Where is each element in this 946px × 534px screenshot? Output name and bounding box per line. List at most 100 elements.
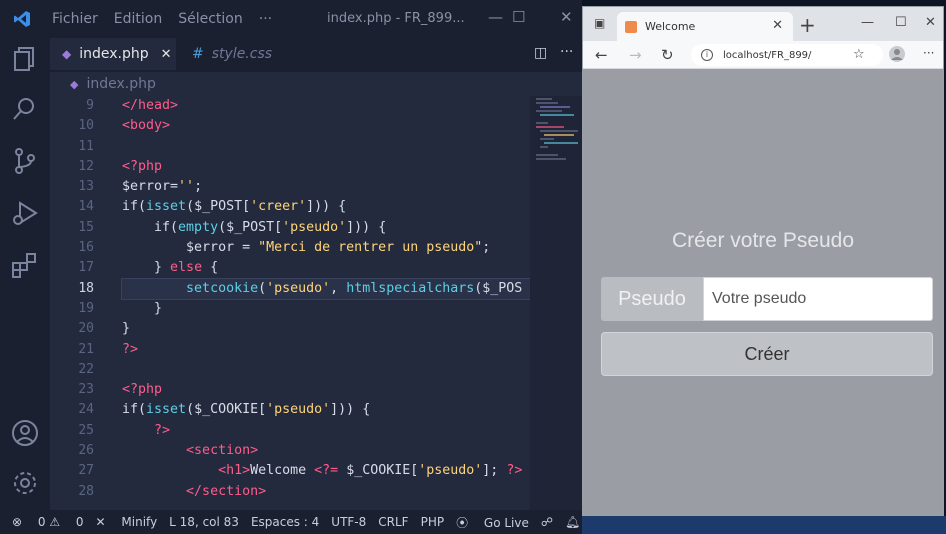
line-number-gutter: 9 10 11 12 13 14 15 16 17 18 19 20 21 22… [50, 96, 110, 502]
minify-label: Minify [121, 515, 158, 529]
line-number-current: 18 [78, 280, 94, 296]
warning-count: 0 [75, 515, 84, 529]
code-line[interactable]: <body> [122, 116, 530, 136]
code-lines[interactable]: </head> <body> <?php $error=''; if(isset($_… [121, 96, 530, 502]
menu-selection[interactable]: Sélection [170, 11, 251, 27]
code-line[interactable] [122, 360, 530, 380]
line-number: 19 [78, 300, 94, 316]
new-tab-icon[interactable]: + [799, 13, 816, 37]
php-icon: ◆ [70, 77, 79, 91]
line-ending[interactable]: CRLF [378, 515, 408, 529]
code-line[interactable]: ?> [122, 340, 530, 360]
maximize-icon[interactable]: ☐ [512, 8, 525, 26]
minify-button[interactable]: ✕ Minify [96, 515, 158, 529]
line-number: 24 [78, 402, 94, 418]
pseudo-addon-label: Pseudo [601, 277, 703, 321]
split-editor-icon[interactable]: ◫ [534, 45, 547, 61]
window-title: index.php - FR_899... [327, 11, 465, 26]
encoding[interactable]: UTF-8 [331, 515, 366, 529]
browser-tab-strip: ▣ Welcome ✕ + — ☐ ✕ [583, 7, 943, 41]
search-icon[interactable] [10, 94, 40, 124]
menu-edition[interactable]: Edition [106, 11, 170, 27]
indentation[interactable]: Espaces : 4 [251, 515, 319, 529]
page-viewport: Créer votre Pseudo Pseudo Créer [583, 69, 943, 515]
url-text: localhost/FR_899/ [723, 49, 812, 61]
settings-gear-icon[interactable] [10, 468, 40, 498]
code-line[interactable]: if(isset($_COOKIE['pseudo'])) { [122, 400, 530, 420]
tab-actions-icon[interactable]: ▣ [594, 16, 605, 30]
notifications-bell-icon[interactable]: 🔔︎ [565, 515, 580, 529]
code-line[interactable]: if(empty($_POST['pseudo'])) { [122, 218, 530, 238]
code-line[interactable]: </head> [122, 96, 530, 116]
favorites-star-icon[interactable]: ☆ [853, 47, 865, 62]
browser-tab-welcome[interactable]: Welcome ✕ [617, 12, 793, 41]
address-bar-row: ← → ↻ i localhost/FR_899/ ☆ ··· [583, 41, 943, 69]
activity-bar [0, 38, 50, 510]
titlebar: Fichier Edition Sélection ··· index.php … [0, 0, 582, 38]
tab-index-php[interactable]: ◆ index.php ✕ [50, 38, 176, 70]
minimize-icon[interactable]: — [861, 15, 874, 30]
line-number: 14 [78, 199, 94, 215]
vscode-logo-icon [0, 0, 44, 38]
tab-close-icon[interactable]: ✕ [161, 47, 172, 62]
close-icon[interactable]: ✕ [925, 15, 936, 30]
line-number: 27 [78, 463, 94, 479]
css-icon: # [192, 46, 204, 62]
php-icon: ◆ [62, 47, 72, 61]
code-line[interactable] [122, 137, 530, 157]
code-line[interactable]: if(isset($_POST['creer'])) { [122, 197, 530, 217]
line-number: 25 [78, 422, 94, 438]
minimap[interactable] [530, 96, 582, 510]
back-arrow-icon[interactable]: ← [595, 46, 608, 64]
breadcrumb-file: index.php [86, 76, 156, 92]
profile-avatar-icon[interactable] [889, 46, 905, 66]
browser-window: ▣ Welcome ✕ + — ☐ ✕ ← → ↻ i localhost/FR… [582, 6, 944, 516]
menu-more[interactable]: ··· [251, 11, 280, 27]
code-line[interactable]: $error = "Merci de rentrer un pseudo"; [122, 238, 530, 258]
code-line[interactable]: ?> [122, 421, 530, 441]
tab-close-icon[interactable]: ✕ [772, 18, 783, 33]
code-line[interactable]: } else { [122, 258, 530, 278]
problems-indicator[interactable]: ⊗ 0 ⚠ 0 [12, 515, 84, 529]
line-number: 26 [78, 443, 94, 459]
feedback-icon[interactable]: ☍ [541, 515, 553, 529]
line-number: 11 [78, 138, 94, 154]
code-editor[interactable]: 9 10 11 12 13 14 15 16 17 18 19 20 21 22… [50, 96, 530, 510]
refresh-icon[interactable]: ↻ [661, 46, 674, 64]
code-line[interactable]: } [122, 299, 530, 319]
line-number: 9 [86, 98, 94, 113]
desktop-background [582, 516, 946, 534]
code-line-current[interactable]: setcookie('pseudo', htmlspecialchars($_P… [121, 277, 530, 300]
code-line[interactable]: <section> [122, 441, 530, 461]
language-mode[interactable]: PHP [421, 515, 445, 529]
code-line[interactable]: <?php [122, 380, 530, 400]
go-live-button[interactable]: ⦿ Go Live [456, 514, 529, 531]
pseudo-input-group: Pseudo [601, 277, 933, 321]
code-line[interactable]: $error=''; [122, 177, 530, 197]
code-line[interactable]: <h1>Welcome <?= $_COOKIE['pseudo']; ?> [122, 461, 530, 481]
source-control-icon[interactable] [10, 146, 40, 176]
account-icon[interactable] [10, 418, 40, 448]
code-line[interactable]: </section> [122, 482, 530, 502]
extensions-icon[interactable] [10, 250, 40, 280]
explorer-icon[interactable] [10, 44, 40, 74]
code-line[interactable]: <?php [122, 157, 530, 177]
go-live-label: Go Live [483, 515, 529, 530]
maximize-icon[interactable]: ☐ [895, 15, 907, 30]
breadcrumb[interactable]: ◆ index.php [50, 72, 582, 96]
browser-menu-icon[interactable]: ··· [923, 46, 934, 60]
line-number: 13 [78, 179, 94, 195]
menu-fichier[interactable]: Fichier [44, 11, 106, 27]
code-line[interactable]: } [122, 319, 530, 339]
tab-style-css[interactable]: # style.css [180, 38, 290, 70]
cursor-position[interactable]: L 18, col 83 [169, 515, 239, 529]
site-info-icon[interactable]: i [701, 49, 713, 61]
more-actions-icon[interactable]: ··· [560, 44, 573, 60]
close-icon[interactable]: ✕ [560, 8, 573, 26]
pseudo-input[interactable] [703, 277, 933, 321]
line-number: 21 [78, 341, 94, 357]
minimize-icon[interactable]: — [488, 8, 503, 26]
creer-button[interactable]: Créer [601, 332, 933, 376]
run-debug-icon[interactable] [10, 198, 40, 228]
forward-arrow-icon[interactable]: → [629, 46, 642, 64]
